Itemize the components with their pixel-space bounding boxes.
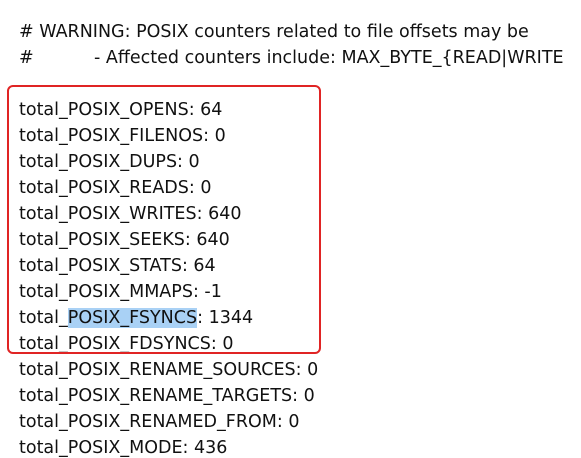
counter-value: 0 — [303, 386, 315, 406]
counter-value: 0 — [200, 178, 212, 198]
counter-line-fdsyncs: total_POSIX_FDSYNCS: 0 — [19, 334, 234, 354]
counter-value: -1 — [204, 282, 222, 302]
counter-line-reads: total_POSIX_READS: 0 — [19, 178, 212, 198]
comment-line-affected: # - Affected counters include: MAX_BYTE_{… — [19, 45, 564, 71]
counter-name: total_POSIX_FILENOS — [19, 126, 204, 146]
counter-line-fsyncs: total_POSIX_FSYNCS: 1344 — [19, 308, 254, 328]
comment-text: - Affected counters include: MAX_BYTE_{R… — [94, 48, 564, 68]
counter-value: 640 — [208, 204, 242, 224]
counter-value: 0 — [222, 334, 234, 354]
counter-name: total_POSIX_OPENS — [19, 100, 189, 120]
counter-name: total_POSIX_READS — [19, 178, 189, 198]
counter-name: total_POSIX_RENAMED_FROM — [19, 412, 277, 432]
counter-line-mode: total_POSIX_MODE: 436 — [19, 438, 228, 458]
comment-text: WARNING: POSIX counters related to file … — [33, 22, 529, 42]
comment-line-warning: # WARNING: POSIX counters related to fil… — [19, 19, 529, 45]
selected-text[interactable]: POSIX_FSYNCS — [67, 308, 198, 328]
counter-line-filenos: total_POSIX_FILENOS: 0 — [19, 126, 226, 146]
counter-name: total_POSIX_DUPS — [19, 152, 178, 172]
counter-line-rename-sources: total_POSIX_RENAME_SOURCES: 0 — [19, 360, 319, 380]
counter-value: 0 — [188, 152, 200, 172]
counter-line-writes: total_POSIX_WRITES: 640 — [19, 204, 242, 224]
counter-line-opens: total_POSIX_OPENS: 64 — [19, 100, 223, 120]
counter-line-rename-targets: total_POSIX_RENAME_TARGETS: 0 — [19, 386, 315, 406]
counter-name: total_POSIX_WRITES — [19, 204, 197, 224]
counter-line-renamed-from: total_POSIX_RENAMED_FROM: 0 — [19, 412, 300, 432]
counter-value: 0 — [214, 126, 226, 146]
counter-name: total_POSIX_RENAME_TARGETS — [19, 386, 293, 406]
counter-value: 64 — [193, 256, 216, 276]
comment-hash: # — [19, 22, 34, 42]
counter-name: total_POSIX_FDSYNCS — [19, 334, 211, 354]
counter-line-seeks: total_POSIX_SEEKS: 640 — [19, 230, 230, 250]
counter-name-prefix: total_ — [19, 308, 68, 328]
counter-value: 64 — [200, 100, 223, 120]
text-viewer[interactable]: # WARNING: POSIX counters related to fil… — [0, 0, 581, 458]
counter-name: total_POSIX_STATS — [19, 256, 182, 276]
counter-value: 0 — [288, 412, 300, 432]
counter-name: total_POSIX_MMAPS — [19, 282, 193, 302]
counter-name: total_POSIX_MODE — [19, 438, 183, 458]
counter-line-dups: total_POSIX_DUPS: 0 — [19, 152, 200, 172]
counter-value: 436 — [193, 438, 228, 458]
counter-line-mmaps: total_POSIX_MMAPS: -1 — [19, 282, 222, 302]
counter-name: total_POSIX_RENAME_SOURCES — [19, 360, 296, 380]
counter-line-stats: total_POSIX_STATS: 64 — [19, 256, 216, 276]
counter-value: 0 — [307, 360, 319, 380]
counter-value: 1344 — [208, 308, 254, 328]
comment-hash: # — [19, 48, 34, 68]
counter-name: total_POSIX_SEEKS — [19, 230, 185, 250]
counter-value: 640 — [196, 230, 230, 250]
